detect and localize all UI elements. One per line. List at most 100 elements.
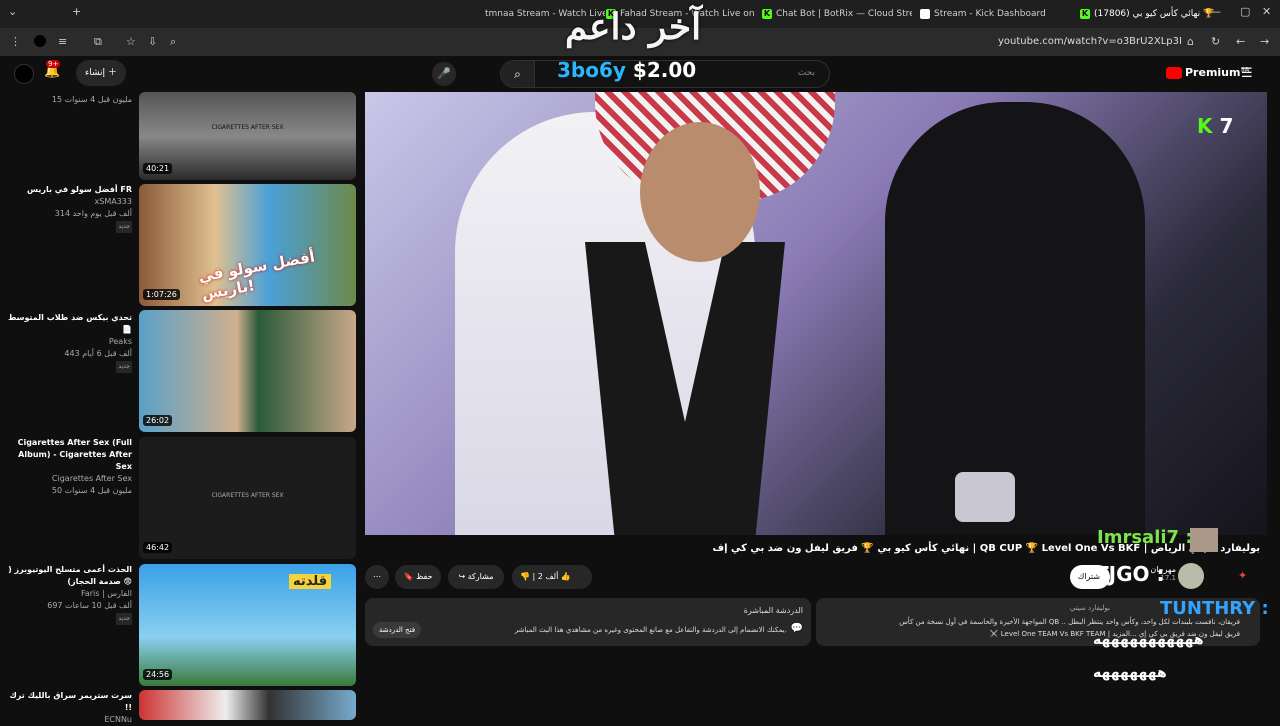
search-input[interactable]: بحث — [798, 68, 815, 78]
new-badge: جديد — [116, 361, 132, 373]
video-thumbnail[interactable]: CIGARETTES AFTER SEX 46:42 — [139, 437, 356, 559]
video-frame-face — [640, 122, 760, 262]
video-meta: تحدي بيكس ضد طلاب المتوسط 📄 Peaks 443 أل… — [4, 312, 132, 373]
tab-label: Stream - Kick Dashboard — [934, 9, 1046, 19]
url-field[interactable]: youtube.com/watch?v=o3BrU2XLp3I — [998, 36, 1182, 47]
thumbnail-text: قلدته — [289, 574, 332, 589]
festival-logo-icon: ✦ — [1238, 569, 1248, 582]
duration-badge: 1:07:26 — [143, 289, 180, 300]
description-line: المواجهة الأخيرة والحاسمة في أول نسخة من… — [899, 618, 1240, 626]
tab-label: (17806) نهائي كأس كيو بي 🏆 — [1094, 9, 1215, 19]
share-button[interactable]: ↪ مشاركة — [448, 565, 504, 589]
video-stats: 15 مليون قبل 4 سنوات — [51, 95, 132, 104]
tab-youtube-active[interactable]: K (17806) نهائي كأس كيو بي 🏆 — [1080, 4, 1250, 26]
video-meta: 15 مليون قبل 4 سنوات — [4, 94, 132, 106]
chat-overlay-message-2: هههههههه — [1093, 665, 1167, 681]
close-window-icon[interactable]: ✕ — [1262, 5, 1271, 18]
chat-overlay-user-3: TUNTHRY : — [1160, 598, 1269, 619]
video-thumbnail[interactable]: 26:02 — [139, 310, 356, 432]
chat-overlay-user-2: TJGO : — [1095, 562, 1165, 586]
thumbnail-text: CIGARETTES AFTER SEX — [211, 124, 284, 131]
reload-icon[interactable]: ↻ — [1211, 35, 1220, 48]
save-label: حفظ — [415, 572, 433, 581]
search-icon[interactable]: ⌕ — [501, 61, 535, 87]
like-dislike-button[interactable]: 👎 | 2 ألف 👍 — [512, 565, 592, 589]
youtube-logo-icon — [1166, 67, 1182, 79]
list-item[interactable]: سرت ستريمر سراق بالليك ترك !! ECNNu — [0, 690, 360, 724]
channel-avatar[interactable] — [1178, 563, 1204, 589]
new-tab-icon[interactable]: + — [72, 5, 81, 18]
bookmark-star-icon[interactable]: ☆ — [126, 35, 136, 48]
avatar[interactable] — [14, 64, 34, 84]
chat-description: يمكنك الانضمام إلى الدردشة والتفاعل مع ص… — [514, 626, 787, 634]
description-meta: بوليفارد سيتي — [1069, 604, 1110, 612]
video-title[interactable]: سرت ستريمر سراق بالليك ترك !! — [4, 690, 132, 714]
like-icon[interactable]: 👍 — [561, 572, 571, 581]
video-thumbnail[interactable]: أفضل سولو في باريس! 1:07:26 — [139, 184, 356, 306]
list-item[interactable]: أفضل سولو في باريس! 1:07:26 أفضل سولو في… — [0, 184, 360, 306]
donation-overlay: 3bo6y $2.00 — [557, 58, 696, 82]
video-thumbnail[interactable] — [139, 690, 356, 720]
notification-count-badge: 9+ — [46, 60, 61, 68]
more-actions-button[interactable]: ⋯ — [365, 565, 389, 589]
donation-amount: $2.00 — [632, 58, 697, 82]
extensions-icon[interactable]: ⧉ — [94, 35, 102, 49]
channel-name[interactable]: Cigarettes After Sex — [4, 473, 132, 485]
chat-icon: 💬 — [790, 623, 803, 634]
reading-list-icon[interactable]: ≡ — [58, 35, 67, 48]
video-thumbnail[interactable]: CIGARETTES AFTER SEX 40:21 — [139, 92, 356, 180]
list-item[interactable]: CIGARETTES AFTER SEX 46:42 Cigarettes Af… — [0, 437, 360, 559]
video-player[interactable]: K 7 — [365, 92, 1267, 535]
video-title[interactable]: أفضل سولو في باريس FR — [4, 184, 132, 196]
kick-icon: K — [1080, 8, 1090, 19]
donor-name: 3bo6y — [557, 58, 626, 82]
install-icon[interactable]: ⇩ — [148, 35, 157, 48]
menu-dots-icon[interactable]: ⋮ — [10, 35, 21, 48]
video-stats: 697 ألف قبل 10 ساعات — [47, 601, 132, 610]
botrix-icon — [920, 8, 930, 19]
like-count: 2 ألف — [537, 572, 559, 581]
thumbnail-text: أفضل سولو في باريس! — [197, 247, 317, 304]
video-title[interactable]: تحدي بيكس ضد طلاب المتوسط 📄 — [4, 312, 132, 336]
back-icon[interactable]: ← — [1236, 35, 1245, 48]
tab-label: Chat Bot | BotRix — Cloud Stre — [776, 9, 912, 19]
create-button[interactable]: إنشاء ＋ — [76, 60, 126, 86]
youtube-premium-logo[interactable]: PremiumSA — [1166, 66, 1249, 79]
video-title[interactable]: Cigarettes After Sex (Full Album) - Ciga… — [4, 437, 132, 473]
create-label: إنشاء — [85, 68, 106, 78]
video-meta: سرت ستريمر سراق بالليك ترك !! ECNNu — [4, 690, 132, 726]
duration-badge: 26:02 — [143, 415, 173, 426]
duration-badge: 40:21 — [143, 163, 173, 174]
video-thumbnail[interactable]: قلدته 24:56 — [139, 564, 356, 686]
channel-name[interactable]: ECNNu — [4, 714, 132, 726]
hamburger-menu-icon[interactable]: ☰ — [1241, 66, 1253, 81]
new-badge: جديد — [116, 221, 132, 233]
list-item[interactable]: 26:02 تحدي بيكس ضد طلاب المتوسط 📄 Peaks … — [0, 310, 360, 432]
forward-icon[interactable]: → — [1260, 35, 1269, 48]
list-item[interactable]: CIGARETTES AFTER SEX 40:21 15 مليون قبل … — [0, 92, 360, 180]
channel-name[interactable]: Peaks — [4, 336, 132, 348]
channel-name[interactable]: xSMA333 — [4, 196, 132, 208]
channel-name[interactable]: Faris | الفارس — [4, 588, 132, 600]
thumbnail-text: CIGARETTES AFTER SEX — [211, 492, 284, 499]
tab-kick-dashboard[interactable]: Stream - Kick Dashboard — [920, 4, 1070, 26]
tab-botrix[interactable]: K Chat Bot | BotRix — Cloud Stre — [762, 4, 912, 26]
save-button[interactable]: 🔖 حفظ — [395, 565, 441, 589]
share-label: مشاركة — [467, 572, 494, 581]
video-frame-phone — [955, 472, 1015, 522]
voice-search-icon[interactable]: 🎤 — [432, 62, 456, 86]
video-title[interactable]: الحذت أعمى متسلح اليوتيوبرز ( صدمة الحجا… — [4, 564, 132, 588]
profile-icon[interactable] — [34, 35, 46, 47]
kick-icon: K — [762, 8, 772, 19]
video-stats: 443 ألف قبل 6 أيام — [64, 349, 132, 358]
tab-search-icon[interactable]: ⌄ — [8, 5, 17, 18]
live-chat-panel: الدردشة المباشرة يمكنك الانضمام إلى الدر… — [365, 598, 811, 646]
list-item[interactable]: قلدته 24:56 الحذت أعمى متسلح اليوتيوبرز … — [0, 564, 360, 686]
chat-overlay-message: هههههههههههه — [1093, 632, 1204, 648]
open-chat-button[interactable]: فتح الدردشة — [373, 622, 422, 638]
zoom-icon[interactable]: ⌕ — [170, 35, 176, 49]
home-icon[interactable]: ⌂ — [1187, 35, 1194, 48]
video-meta: Cigarettes After Sex (Full Album) - Ciga… — [4, 437, 132, 497]
dislike-icon[interactable]: 👎 — [520, 572, 530, 581]
video-meta: أفضل سولو في باريس FR xSMA333 314 ألف قب… — [4, 184, 132, 233]
